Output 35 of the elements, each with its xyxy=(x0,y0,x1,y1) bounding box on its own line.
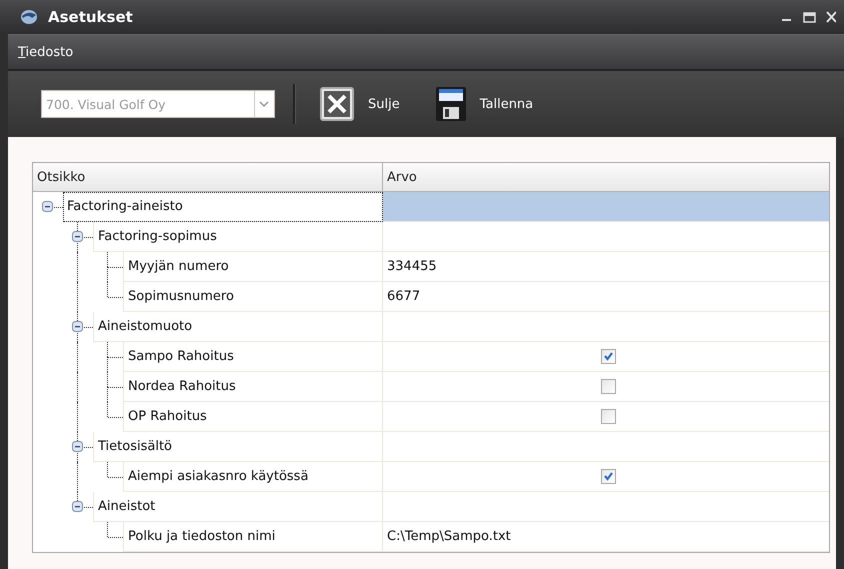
collapse-icon[interactable] xyxy=(72,231,83,242)
save-button[interactable]: Tallenna xyxy=(436,87,534,121)
row-label[interactable]: Factoring-sopimus xyxy=(93,222,383,252)
row-label[interactable]: Aineistot xyxy=(93,492,383,522)
window-title: Asetukset xyxy=(48,8,133,26)
row-label[interactable]: Sampo Rahoitus xyxy=(123,342,383,372)
row-label[interactable]: Myyjän numero xyxy=(123,252,383,282)
checkbox[interactable] xyxy=(601,349,616,364)
checkbox[interactable] xyxy=(601,409,616,424)
value-cell[interactable]: C:\Temp\Sampo.txt xyxy=(383,522,829,552)
row-label[interactable]: Factoring-aineisto xyxy=(63,192,383,222)
maximize-icon[interactable] xyxy=(803,11,816,23)
menu-item[interactable]: Tiedosto xyxy=(18,44,74,60)
column-header[interactable]: Otsikko xyxy=(33,163,383,191)
collapse-icon[interactable] xyxy=(72,441,83,452)
checkbox[interactable] xyxy=(601,469,616,484)
row-label[interactable]: Sopimusnumero xyxy=(123,282,383,312)
close-icon[interactable] xyxy=(826,11,836,23)
value-cell[interactable]: 334455 xyxy=(383,252,829,282)
close-button[interactable]: Sulje xyxy=(320,87,400,121)
row-label[interactable]: Aineistomuoto xyxy=(93,312,383,342)
selected-value-cell[interactable] xyxy=(383,192,829,222)
row-label[interactable]: Aiempi asiakasnro käytössä xyxy=(123,462,383,492)
row-label[interactable]: Tietosisältö xyxy=(93,432,383,462)
close-icon xyxy=(320,87,354,121)
column-header[interactable]: Arvo xyxy=(383,163,829,191)
collapse-icon[interactable] xyxy=(72,501,83,512)
collapse-icon[interactable] xyxy=(42,201,53,212)
row-label[interactable]: Polku ja tiedoston nimi xyxy=(123,522,383,552)
value-cell[interactable]: 6677 xyxy=(383,282,829,312)
row-label[interactable]: OP Rahoitus xyxy=(123,402,383,432)
collapse-icon[interactable] xyxy=(72,321,83,332)
row-label[interactable]: Nordea Rahoitus xyxy=(123,372,383,402)
checkbox[interactable] xyxy=(601,379,616,394)
app-icon xyxy=(20,9,38,25)
